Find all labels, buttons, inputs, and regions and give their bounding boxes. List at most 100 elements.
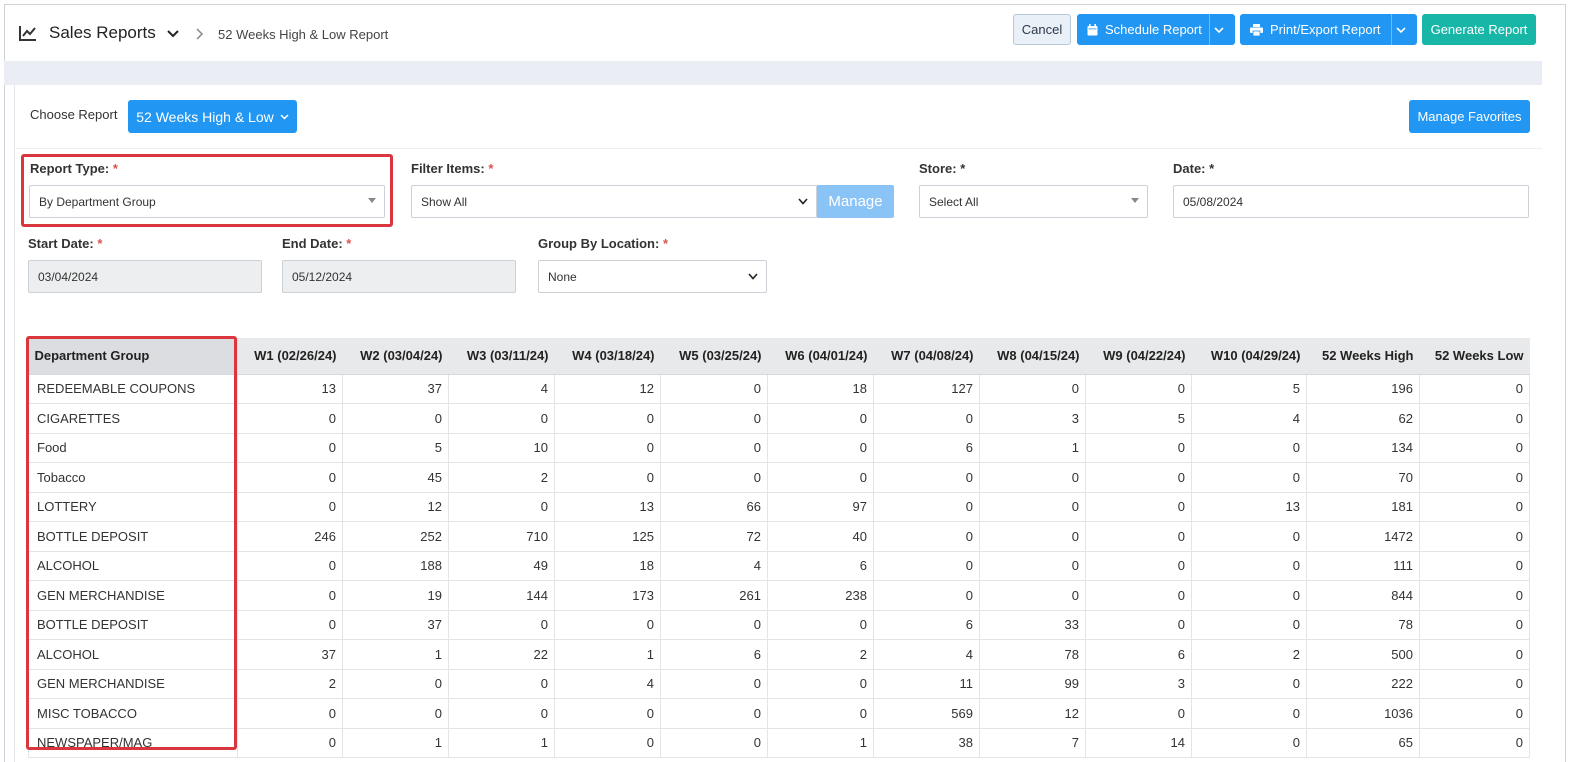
column-header: 52 Weeks High (1306, 338, 1420, 375)
value-cell: 111 (1306, 550, 1420, 581)
value-cell: 0 (448, 668, 555, 699)
chevron-down-icon[interactable] (166, 27, 180, 41)
value-cell: 4 (448, 373, 555, 404)
column-header: 52 Weeks Low (1419, 338, 1530, 375)
value-cell: 134 (1306, 432, 1420, 463)
value-cell: 5 (1191, 373, 1307, 404)
value-cell: 0 (448, 698, 555, 729)
value-cell: 0 (1419, 609, 1530, 640)
value-cell: 49 (448, 550, 555, 581)
value-cell: 0 (1191, 698, 1307, 729)
value-cell: 0 (873, 521, 980, 552)
value-cell: 0 (554, 462, 661, 493)
value-cell: 0 (873, 491, 980, 522)
report-type-highlight (21, 154, 393, 227)
value-cell: 0 (660, 668, 768, 699)
value-cell: 62 (1306, 403, 1420, 434)
group-by-location-select[interactable]: None (538, 260, 767, 293)
table-row: LOTTERY 0 12 0 13 66 97 0 0 0 13 181 0 (28, 491, 1530, 522)
value-cell: 0 (660, 373, 768, 404)
value-cell: 0 (1191, 462, 1307, 493)
value-cell: 0 (1419, 639, 1530, 670)
filter-items-label-text: Filter Items: (411, 161, 485, 176)
table-row: MISC TOBACCO 0 0 0 0 0 0 569 12 0 0 1036 0 (28, 698, 1530, 729)
required-mark: * (488, 161, 494, 176)
value-cell: 19 (342, 580, 449, 611)
table-body: REDEEMABLE COUPONS 13 37 4 12 0 18 127 0 0 5 196 0 CI… (28, 373, 1530, 758)
value-cell: 500 (1306, 639, 1420, 670)
value-cell: 0 (342, 403, 449, 434)
filter-items-label: Filter Items: * (411, 161, 493, 176)
value-cell: 0 (1085, 580, 1192, 611)
column-header: W2 (03/04/24) (342, 338, 449, 375)
table-header-row: Department Group W1 (02/26/24) W2 (03/04/2… (28, 338, 1530, 375)
store-label: Store: * (919, 161, 965, 176)
value-cell: 99 (979, 668, 1086, 699)
table-row: Food 0 5 10 0 0 0 6 1 0 0 134 0 (28, 432, 1530, 463)
generate-report-button[interactable]: Generate Report (1422, 14, 1536, 45)
value-cell: 1 (979, 432, 1086, 463)
value-cell: 0 (660, 727, 768, 758)
value-cell: 0 (1419, 432, 1530, 463)
value-cell: 18 (554, 550, 661, 581)
value-cell: 3 (1085, 668, 1192, 699)
value-cell: 37 (342, 609, 449, 640)
end-date-label-text: End Date: (282, 236, 343, 251)
end-date-input: 05/12/2024 (282, 260, 516, 293)
value-cell: 0 (1085, 491, 1192, 522)
printer-icon (1250, 23, 1263, 36)
value-cell: 0 (1191, 580, 1307, 611)
date-input[interactable]: 05/08/2024 (1173, 185, 1529, 218)
value-cell: 6 (660, 639, 768, 670)
value-cell: 173 (554, 580, 661, 611)
value-cell: 97 (767, 491, 874, 522)
group-by-location-value: None (548, 269, 577, 284)
value-cell: 0 (448, 491, 555, 522)
cancel-button[interactable]: Cancel (1013, 14, 1071, 45)
value-cell: 7 (979, 727, 1086, 758)
print-export-button[interactable]: Print/Export Report (1240, 14, 1417, 45)
filter-items-select[interactable]: Show All (411, 185, 817, 218)
report-table: Department Group W1 (02/26/24) W2 (03/04/2… (28, 338, 1530, 758)
value-cell: 38 (873, 727, 980, 758)
value-cell: 125 (554, 521, 661, 552)
print-export-dropdown[interactable] (1391, 14, 1417, 45)
value-cell: 0 (1191, 432, 1307, 463)
date-label-text: Date: (1173, 161, 1206, 176)
table-row: GEN MERCHANDISE 0 19 144 173 261 238 0 0 0 0 844 0 (28, 580, 1530, 611)
store-select[interactable]: Select All (919, 185, 1148, 218)
print-export-label: Print/Export Report (1270, 22, 1381, 37)
value-cell: 1 (554, 639, 661, 670)
manage-button[interactable]: Manage (817, 185, 894, 218)
schedule-report-button[interactable]: Schedule Report (1077, 14, 1235, 45)
value-cell: 0 (237, 432, 343, 463)
value-cell: 6 (767, 550, 874, 581)
value-cell: 78 (979, 639, 1086, 670)
schedule-report-dropdown[interactable] (1209, 14, 1235, 45)
value-cell: 13 (237, 373, 343, 404)
value-cell: 181 (1306, 491, 1420, 522)
header-band (4, 61, 1542, 85)
value-cell: 0 (1419, 668, 1530, 699)
chevron-right-icon (196, 28, 204, 40)
value-cell: 0 (1419, 521, 1530, 552)
value-cell: 18 (767, 373, 874, 404)
value-cell: 0 (1419, 491, 1530, 522)
value-cell: 0 (554, 698, 661, 729)
value-cell: 0 (660, 432, 768, 463)
value-cell: 45 (342, 462, 449, 493)
choose-report-value: 52 Weeks High & Low (136, 108, 274, 125)
caret-down-icon (1131, 198, 1139, 203)
choose-report-dropdown[interactable]: 52 Weeks High & Low (128, 100, 297, 133)
value-cell: 13 (554, 491, 661, 522)
start-date-label-text: Start Date: (28, 236, 94, 251)
manage-favorites-button[interactable]: Manage Favorites (1409, 100, 1530, 133)
value-cell: 196 (1306, 373, 1420, 404)
value-cell: 0 (979, 550, 1086, 581)
column-header: W10 (04/29/24) (1191, 338, 1307, 375)
value-cell: 10 (448, 432, 555, 463)
value-cell: 844 (1306, 580, 1420, 611)
value-cell: 0 (554, 727, 661, 758)
value-cell: 0 (873, 580, 980, 611)
value-cell: 0 (1085, 609, 1192, 640)
